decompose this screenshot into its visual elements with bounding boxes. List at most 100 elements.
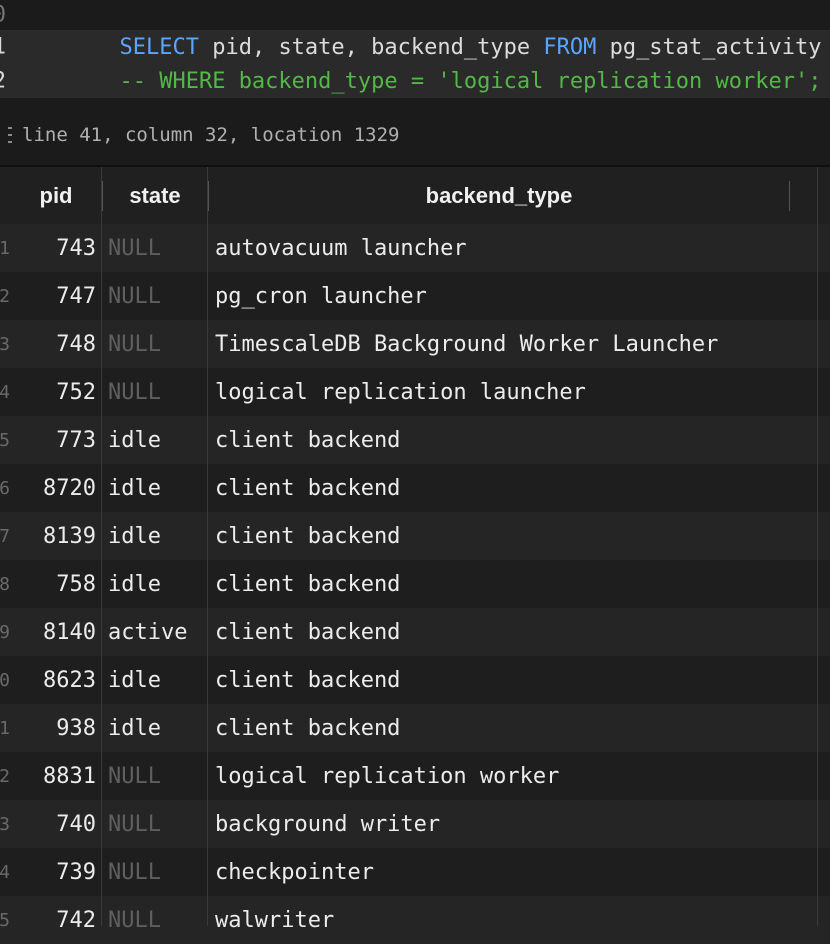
line-number: 1 — [0, 35, 6, 60]
cell-pid[interactable]: 8720 — [10, 464, 96, 512]
column-divider — [101, 167, 102, 926]
cell-pid[interactable]: 748 — [10, 320, 96, 368]
cell-state[interactable]: idle — [108, 656, 204, 704]
cell-pid[interactable]: 8139 — [10, 512, 96, 560]
results-grid[interactable]: pid state backend_type 1 743 NULL autovacuu… — [0, 167, 830, 944]
row-number: 10 — [0, 669, 10, 691]
line-number-gutter: 1 — [0, 30, 40, 64]
cell-backend-type[interactable]: walwriter — [215, 896, 815, 944]
row-number: 7 — [0, 525, 10, 547]
cell-state[interactable]: NULL — [108, 800, 204, 848]
row-number: 14 — [0, 861, 10, 883]
table-row[interactable]: 7 8139 idle client backend — [0, 512, 830, 560]
cell-backend-type[interactable]: background writer — [215, 800, 815, 848]
column-resize-handle[interactable] — [789, 181, 790, 211]
sql-editor[interactable]: 0 1 SELECT pid, state, backend_type FROM… — [0, 0, 830, 165]
column-divider — [207, 167, 208, 926]
cell-backend-type[interactable]: checkpointer — [215, 848, 815, 896]
cursor-position-text: line 41, column 32, location 1329 — [22, 124, 400, 146]
cell-backend-type[interactable]: logical replication worker — [215, 752, 815, 800]
table-row[interactable]: 14739NULLcheckpointer — [0, 848, 830, 896]
cell-backend-type[interactable]: TimescaleDB Background Worker Launcher — [215, 320, 815, 368]
cell-pid[interactable]: 938 — [10, 704, 96, 752]
cell-state[interactable]: idle — [108, 512, 204, 560]
cell-backend-type[interactable]: client backend — [215, 416, 815, 464]
cell-state[interactable]: active — [108, 608, 204, 656]
table-row[interactable]: 6 8720 idle client backend — [0, 464, 830, 512]
cell-pid[interactable]: 739 — [10, 848, 96, 896]
cell-backend-type[interactable]: logical replication launcher — [215, 368, 815, 416]
row-number: 6 — [0, 477, 10, 499]
cell-state[interactable]: NULL — [108, 368, 204, 416]
row-number: 9 — [0, 621, 10, 643]
sql-comment: -- WHERE backend_type = 'logical replica… — [119, 68, 822, 94]
column-header-label: backend_type — [425, 182, 573, 208]
cell-backend-type[interactable]: client backend — [215, 656, 815, 704]
cell-pid[interactable]: 8623 — [10, 656, 96, 704]
cell-pid[interactable]: 758 — [10, 560, 96, 608]
cell-pid[interactable]: 752 — [10, 368, 96, 416]
row-number: 3 — [0, 333, 10, 355]
column-header-pid[interactable]: pid — [10, 167, 102, 224]
editor-line-2[interactable]: 2 -- WHERE backend_type = 'logical repli… — [0, 64, 830, 98]
cell-state[interactable]: NULL — [108, 272, 204, 320]
cell-backend-type[interactable]: client backend — [215, 512, 815, 560]
row-number: 4 — [0, 381, 10, 403]
table-row[interactable]: 13740NULLbackground writer — [0, 800, 830, 848]
settings-icon[interactable] — [0, 125, 22, 145]
cell-pid[interactable]: 8831 — [10, 752, 96, 800]
row-number: 12 — [0, 765, 10, 787]
row-number: 2 — [0, 285, 10, 307]
line-number: 2 — [0, 69, 6, 94]
cursor-status-bar: line 41, column 32, location 1329 — [0, 118, 830, 152]
row-number: 11 — [0, 717, 10, 739]
table-row[interactable]: 4 752 NULL logical replication launcher — [0, 368, 830, 416]
column-header-backend-type[interactable]: backend_type — [209, 167, 789, 224]
cell-backend-type[interactable]: pg_cron launcher — [215, 272, 815, 320]
results-header: pid state backend_type — [0, 167, 830, 224]
cell-backend-type[interactable]: client backend — [215, 608, 815, 656]
row-number: 1 — [0, 237, 10, 259]
table-row[interactable]: 15742NULLwalwriter — [0, 896, 830, 944]
cell-state[interactable]: NULL — [108, 224, 204, 272]
cell-state[interactable]: idle — [108, 464, 204, 512]
cell-pid[interactable]: 743 — [10, 224, 96, 272]
cell-backend-type[interactable]: autovacuum launcher — [215, 224, 815, 272]
table-row[interactable]: 8 758 idle client backend — [0, 560, 830, 608]
table-row[interactable]: 2 747 NULL pg_cron launcher — [0, 272, 830, 320]
line-number-gutter: 2 — [0, 64, 40, 98]
line-number: 0 — [0, 3, 6, 28]
table-row[interactable]: 1 743 NULL autovacuum launcher — [0, 224, 830, 272]
table-row[interactable]: 108623idleclient backend — [0, 656, 830, 704]
code-line[interactable]: -- WHERE backend_type = 'logical replica… — [40, 44, 821, 119]
column-header-label: state — [129, 182, 181, 208]
cell-pid[interactable]: 740 — [10, 800, 96, 848]
cell-state[interactable]: NULL — [108, 320, 204, 368]
row-number: 5 — [0, 429, 10, 451]
table-row[interactable]: 3 748 NULL TimescaleDB Background Worker La… — [0, 320, 830, 368]
cell-backend-type[interactable]: client backend — [215, 560, 815, 608]
settings-icon-glyph — [8, 127, 12, 143]
line-number-gutter: 0 — [0, 0, 40, 32]
table-row[interactable]: 5 773 idle client backend — [0, 416, 830, 464]
column-header-state[interactable]: state — [103, 167, 207, 224]
cell-pid[interactable]: 747 — [10, 272, 96, 320]
cell-state[interactable]: idle — [108, 560, 204, 608]
cell-state[interactable]: idle — [108, 416, 204, 464]
cell-backend-type[interactable]: client backend — [215, 704, 815, 752]
column-header-label: pid — [39, 182, 73, 208]
cell-pid[interactable]: 742 — [10, 896, 96, 944]
cell-state[interactable]: NULL — [108, 848, 204, 896]
cell-state[interactable]: NULL — [108, 752, 204, 800]
table-row[interactable]: 128831NULLlogical replication worker — [0, 752, 830, 800]
table-row[interactable]: 11938idleclient backend — [0, 704, 830, 752]
cell-state[interactable]: NULL — [108, 896, 204, 944]
row-number: 8 — [0, 573, 10, 595]
cell-pid[interactable]: 8140 — [10, 608, 96, 656]
table-row[interactable]: 9 8140 active client backend — [0, 608, 830, 656]
row-number: 15 — [0, 909, 10, 931]
cell-pid[interactable]: 773 — [10, 416, 96, 464]
column-divider — [817, 167, 818, 926]
cell-state[interactable]: idle — [108, 704, 204, 752]
cell-backend-type[interactable]: client backend — [215, 464, 815, 512]
